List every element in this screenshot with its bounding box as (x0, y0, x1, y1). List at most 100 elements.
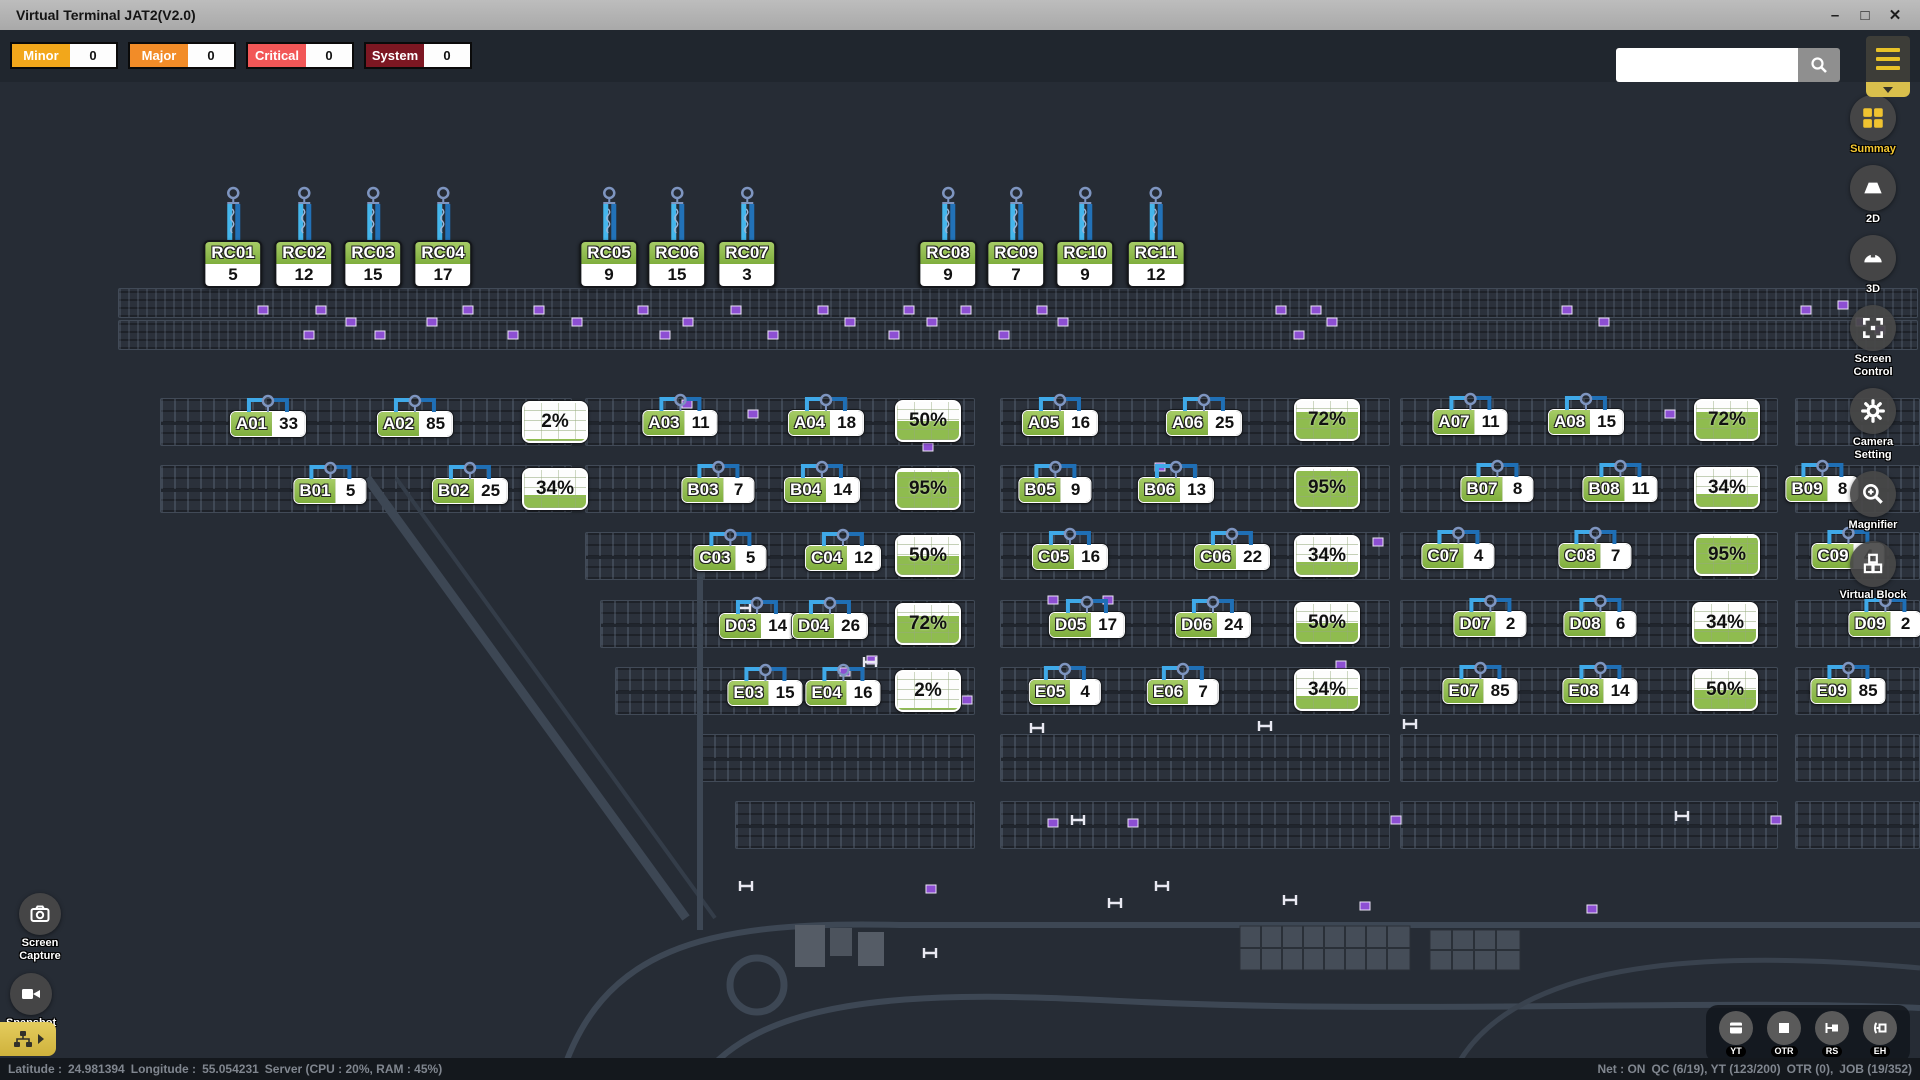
tool-summary[interactable]: Summay (1850, 95, 1896, 156)
yard-block[interactable]: E06 7 (1147, 679, 1219, 705)
rc-crane[interactable]: RC03 15 (343, 186, 402, 288)
rc-crane[interactable]: RC06 15 (647, 186, 706, 288)
rs-toggle-button[interactable]: RS (1812, 1011, 1852, 1057)
hierarchy-panel-tab[interactable] (0, 1022, 56, 1056)
rc-crane-count: 9 (1057, 264, 1112, 286)
yard-block[interactable]: E05 4 (1029, 679, 1101, 705)
yard-block-id: A03 (643, 411, 684, 435)
rc-crane[interactable]: RC02 12 (274, 186, 333, 288)
occupancy-badge[interactable]: 2% (522, 401, 588, 443)
yard-block[interactable]: A07 11 (1432, 409, 1507, 435)
tool-screen-control[interactable]: Screen Control (1838, 305, 1908, 379)
otr-toggle-button[interactable]: OTR (1764, 1011, 1804, 1057)
rc-crane[interactable]: RC04 17 (413, 186, 472, 288)
rc-crane[interactable]: RC10 9 (1055, 186, 1114, 288)
occupancy-badge[interactable]: 50% (1692, 669, 1758, 711)
yard-block[interactable]: B02 25 (432, 478, 508, 504)
yard-block[interactable]: D04 26 (792, 613, 868, 639)
right-tool-sidebar: Summay 2D 3D (1838, 95, 1908, 611)
yard-block[interactable]: E07 85 (1442, 678, 1517, 704)
yt-toggle-button[interactable]: YT (1716, 1011, 1756, 1057)
tool-magnifier[interactable]: Magnifier (1849, 471, 1898, 532)
yard-block[interactable]: E08 14 (1562, 678, 1637, 704)
yard-block[interactable]: C03 5 (693, 545, 766, 571)
rc-crane[interactable]: RC07 3 (717, 186, 776, 288)
occupancy-badge[interactable]: 72% (895, 603, 961, 645)
yard-block[interactable]: C05 16 (1032, 544, 1108, 570)
menu-collapse-tab[interactable] (1866, 82, 1910, 97)
yard-block[interactable]: C08 7 (1558, 543, 1631, 569)
occupancy-badge[interactable]: 34% (1692, 602, 1758, 644)
occupancy-badge[interactable]: 72% (1694, 399, 1760, 441)
yard-block[interactable]: B04 14 (784, 477, 860, 503)
yard-block[interactable]: D06 24 (1175, 612, 1251, 638)
tool-virtual-block[interactable]: Virtual Block (1839, 541, 1906, 602)
yard-block[interactable]: D08 6 (1563, 611, 1636, 637)
yard-block[interactable]: B08 11 (1582, 476, 1657, 502)
yard-block[interactable]: A01 33 (230, 411, 306, 437)
occupancy-badge[interactable]: 2% (895, 670, 961, 712)
yard-block[interactable]: A04 18 (788, 410, 864, 436)
close-button[interactable]: ✕ (1880, 4, 1910, 26)
yard-block[interactable]: B07 8 (1460, 476, 1533, 502)
occupancy-badge[interactable]: 95% (895, 468, 961, 510)
terminal-map[interactable]: RC01 5 RC02 12 (0, 0, 1920, 1080)
eh-toggle-button[interactable]: EH (1860, 1011, 1900, 1057)
occupancy-badge[interactable]: 50% (1294, 602, 1360, 644)
occupancy-badge[interactable]: 50% (895, 400, 961, 442)
yard-block[interactable]: A08 15 (1548, 409, 1624, 435)
yard-block[interactable]: C06 22 (1194, 544, 1270, 570)
hamburger-menu-button[interactable] (1866, 36, 1910, 82)
minor-alarm-counter[interactable]: Minor 0 (10, 42, 118, 69)
yard-block[interactable]: C07 4 (1421, 543, 1494, 569)
tool-camera-setting[interactable]: Camera Setting (1838, 388, 1908, 462)
search-input[interactable] (1616, 48, 1798, 82)
yard-block[interactable]: D07 2 (1453, 611, 1526, 637)
rc-crane[interactable]: RC01 5 (203, 186, 262, 288)
yard-block[interactable]: D09 2 (1848, 611, 1920, 637)
occupancy-badge[interactable]: 34% (1694, 467, 1760, 509)
yard-block[interactable]: B03 7 (681, 477, 754, 503)
critical-alarm-counter[interactable]: Critical 0 (246, 42, 354, 69)
tool-3d[interactable]: 3D (1850, 235, 1896, 296)
rc-crane[interactable]: RC05 9 (579, 186, 638, 288)
rc-crane-label: RC11 12 (1127, 240, 1186, 288)
occupancy-badge[interactable]: 72% (1294, 399, 1360, 441)
rc-crane[interactable]: RC09 7 (986, 186, 1045, 288)
container-marker (1373, 538, 1384, 547)
yard-crane-icon (800, 458, 844, 480)
yard-block[interactable]: B01 5 (293, 478, 366, 504)
occupancy-badge[interactable]: 34% (1294, 535, 1360, 577)
yard-block[interactable]: E03 15 (727, 680, 802, 706)
occupancy-badge[interactable]: 95% (1694, 534, 1760, 576)
minimize-button[interactable]: – (1820, 4, 1850, 26)
yard-block-count: 5 (336, 479, 366, 503)
occupancy-badge[interactable]: 34% (1294, 669, 1360, 711)
yard-block[interactable]: D05 17 (1049, 612, 1125, 638)
major-alarm-label: Major (130, 44, 188, 67)
maximize-button[interactable]: □ (1850, 4, 1880, 26)
yard-block[interactable]: D03 14 (719, 613, 795, 639)
system-alarm-counter[interactable]: System 0 (364, 42, 472, 69)
occupancy-badge[interactable]: 95% (1294, 467, 1360, 509)
yard-block[interactable]: A06 25 (1166, 410, 1242, 436)
yard-block[interactable]: A03 11 (642, 410, 717, 436)
occupancy-badge[interactable]: 50% (895, 535, 961, 577)
yard-block[interactable]: A05 16 (1022, 410, 1098, 436)
occupancy-badge[interactable]: 34% (522, 468, 588, 510)
yard-block[interactable]: C04 12 (805, 545, 881, 571)
yard-block[interactable]: B05 9 (1018, 477, 1091, 503)
major-alarm-counter[interactable]: Major 0 (128, 42, 236, 69)
yard-block[interactable]: E04 16 (805, 680, 880, 706)
tool-2d[interactable]: 2D (1850, 165, 1896, 226)
yard-block[interactable]: A02 85 (377, 411, 453, 437)
search-button[interactable] (1798, 48, 1840, 82)
yard-block[interactable]: E09 85 (1810, 678, 1885, 704)
tool-magnifier-label: Magnifier (1849, 519, 1898, 532)
screen-capture-button[interactable]: Screen Capture (6, 893, 74, 963)
yard-block-label: A05 16 (1022, 410, 1098, 436)
yard-block[interactable]: B06 13 (1138, 477, 1214, 503)
yard-crane-icon (1826, 659, 1870, 681)
rc-crane[interactable]: RC08 9 (918, 186, 977, 288)
rc-crane[interactable]: RC11 12 (1127, 186, 1186, 288)
